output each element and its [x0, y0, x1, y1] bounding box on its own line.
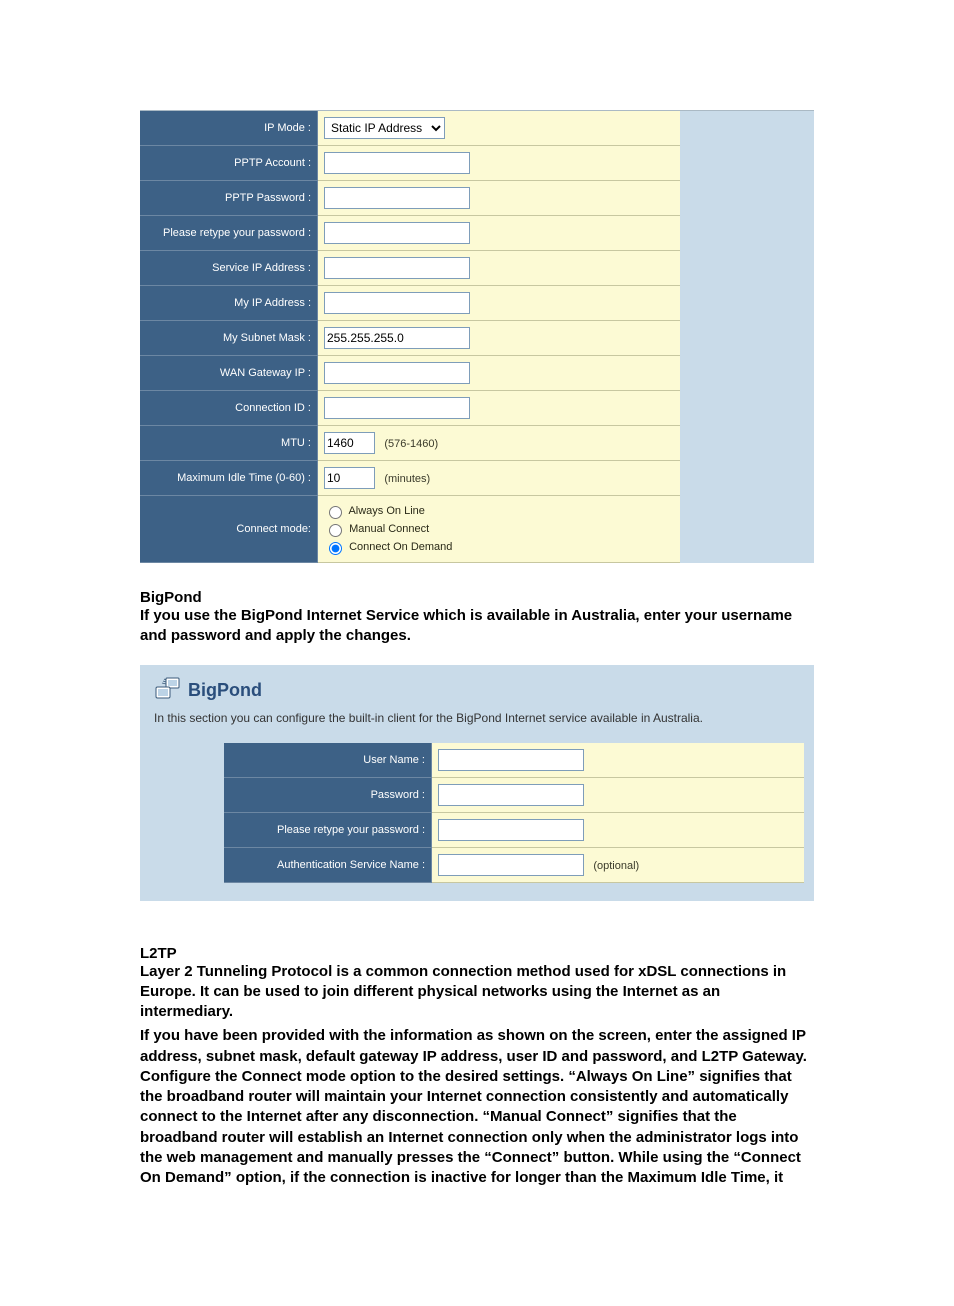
row-ip-mode: IP Mode : Static IP Address — [140, 111, 680, 146]
ip-mode-select[interactable]: Static IP Address — [324, 117, 445, 139]
label-ip-mode: IP Mode : — [140, 111, 318, 146]
connect-mode-always[interactable]: Always On Line — [324, 502, 674, 520]
l2tp-doc-section: L2TP Layer 2 Tunneling Protocol is a com… — [140, 945, 814, 1189]
label-bp-retype: Please retype your password : — [224, 812, 432, 847]
connect-mode-group: Always On Line Manual Connect Connect On… — [324, 502, 674, 556]
pptp-settings-table: IP Mode : Static IP Address PPTP Account… — [140, 111, 680, 563]
mtu-input[interactable] — [324, 432, 375, 454]
connect-mode-demand[interactable]: Connect On Demand — [324, 538, 674, 556]
mtu-range: (576-1460) — [384, 438, 438, 450]
row-subnet-mask: My Subnet Mask : — [140, 321, 680, 356]
label-connection-id: Connection ID : — [140, 391, 318, 426]
computer-icon — [154, 677, 182, 701]
bp-username-input[interactable] — [438, 749, 584, 771]
bigpond-doc-section: BigPond If you use the BigPond Internet … — [140, 589, 814, 647]
radio-always[interactable] — [329, 506, 342, 519]
label-subnet-mask: My Subnet Mask : — [140, 321, 318, 356]
radio-manual[interactable] — [329, 524, 342, 537]
radio-manual-label: Manual Connect — [349, 523, 429, 535]
bp-auth-service-input[interactable] — [438, 854, 584, 876]
bp-retype-input[interactable] — [438, 819, 584, 841]
bigpond-header: BigPond — [154, 677, 800, 701]
label-mtu: MTU : — [140, 426, 318, 461]
row-max-idle: Maximum Idle Time (0-60) : (minutes) — [140, 461, 680, 496]
idle-unit: (minutes) — [384, 473, 430, 485]
row-bp-password: Password : — [224, 777, 804, 812]
bp-optional-hint: (optional) — [593, 860, 639, 872]
max-idle-input[interactable] — [324, 467, 375, 489]
label-wan-gateway: WAN Gateway IP : — [140, 356, 318, 391]
row-bp-auth-service: Authentication Service Name : (optional) — [224, 847, 804, 882]
radio-always-label: Always On Line — [348, 505, 424, 517]
label-service-ip: Service IP Address : — [140, 251, 318, 286]
subnet-mask-input[interactable] — [324, 327, 470, 349]
label-retype-password: Please retype your password : — [140, 216, 318, 251]
bigpond-doc-heading: BigPond — [140, 589, 814, 606]
label-max-idle: Maximum Idle Time (0-60) : — [140, 461, 318, 496]
row-wan-gateway: WAN Gateway IP : — [140, 356, 680, 391]
retype-password-input[interactable] — [324, 222, 470, 244]
my-ip-input[interactable] — [324, 292, 470, 314]
connect-mode-manual[interactable]: Manual Connect — [324, 520, 674, 538]
row-retype-password: Please retype your password : — [140, 216, 680, 251]
bp-password-input[interactable] — [438, 784, 584, 806]
l2tp-doc-text1: Layer 2 Tunneling Protocol is a common c… — [140, 962, 814, 1023]
row-bp-retype: Please retype your password : — [224, 812, 804, 847]
pptp-password-input[interactable] — [324, 187, 470, 209]
bigpond-title: BigPond — [188, 680, 262, 701]
bigpond-table: User Name : Password : Please retype you… — [224, 743, 804, 883]
service-ip-input[interactable] — [324, 257, 470, 279]
radio-demand-label: Connect On Demand — [349, 541, 452, 553]
radio-demand[interactable] — [329, 542, 342, 555]
bigpond-panel: BigPond In this section you can configur… — [140, 665, 814, 901]
connection-id-input[interactable] — [324, 397, 470, 419]
pptp-settings-panel: IP Mode : Static IP Address PPTP Account… — [140, 110, 814, 563]
row-bp-username: User Name : — [224, 743, 804, 778]
row-pptp-password: PPTP Password : — [140, 181, 680, 216]
bigpond-description: In this section you can configure the bu… — [154, 711, 800, 725]
label-pptp-password: PPTP Password : — [140, 181, 318, 216]
row-pptp-account: PPTP Account : — [140, 146, 680, 181]
label-my-ip: My IP Address : — [140, 286, 318, 321]
row-connect-mode: Connect mode: Always On Line Manual Conn… — [140, 496, 680, 563]
row-service-ip: Service IP Address : — [140, 251, 680, 286]
pptp-account-input[interactable] — [324, 152, 470, 174]
document-page: IP Mode : Static IP Address PPTP Account… — [0, 0, 954, 1306]
wan-gateway-input[interactable] — [324, 362, 470, 384]
row-connection-id: Connection ID : — [140, 391, 680, 426]
l2tp-doc-text2: If you have been provided with the infor… — [140, 1026, 814, 1188]
label-bp-auth-service: Authentication Service Name : — [224, 847, 432, 882]
label-bp-username: User Name : — [224, 743, 432, 778]
l2tp-doc-heading: L2TP — [140, 945, 814, 962]
label-pptp-account: PPTP Account : — [140, 146, 318, 181]
row-my-ip: My IP Address : — [140, 286, 680, 321]
row-mtu: MTU : (576-1460) — [140, 426, 680, 461]
bigpond-doc-text: If you use the BigPond Internet Service … — [140, 606, 814, 647]
label-connect-mode: Connect mode: — [140, 496, 318, 563]
label-bp-password: Password : — [224, 777, 432, 812]
